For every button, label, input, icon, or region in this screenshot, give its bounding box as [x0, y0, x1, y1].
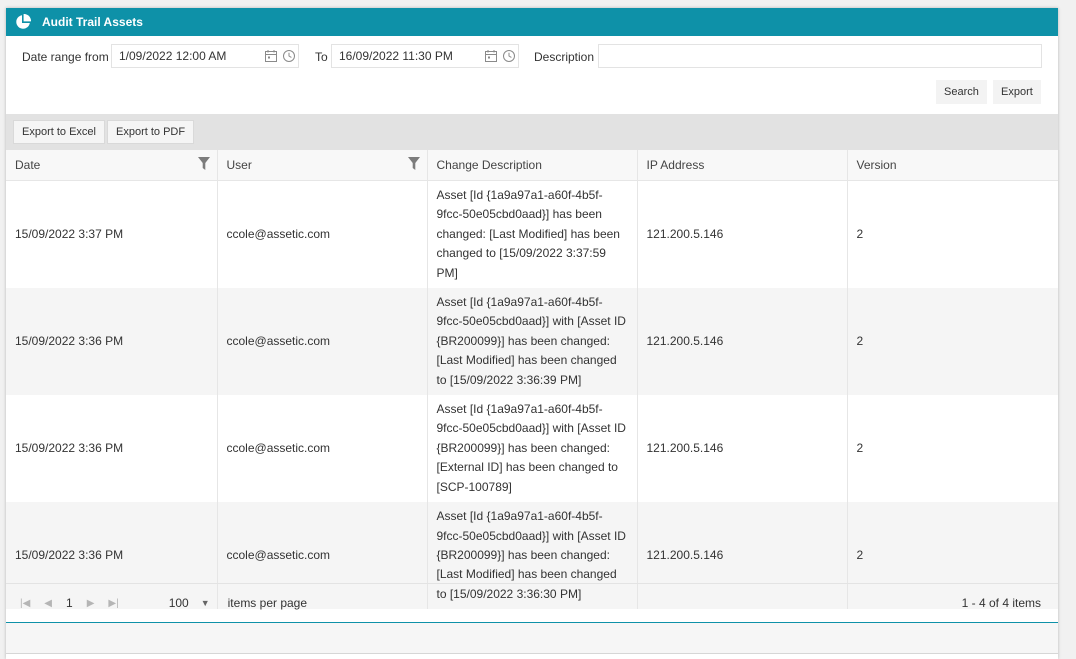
cell-ip-address: 121.200.5.146 [636, 395, 847, 503]
cell-date: 15/09/2022 3:36 PM [6, 288, 217, 396]
cell-user: ccole@assetic.com [216, 395, 427, 503]
date-from-picker[interactable]: 1/09/2022 12:00 AM [111, 44, 299, 68]
cell-user: ccole@assetic.com [216, 288, 427, 396]
page-size-dropdown[interactable]: 100 ▼ [169, 596, 210, 610]
next-page-icon[interactable]: ▶ [87, 598, 95, 609]
grid-pager: |◀ ◀ 1 ▶ ▶| 100 ▼ items per page 1 - 4 o… [6, 583, 1058, 623]
panel-title: Audit Trail Assets [42, 15, 143, 29]
cell-change-description: Asset [Id {1a9a97a1-a60f-4b5f-9fcc-50e05… [426, 288, 637, 396]
date-to-picker[interactable]: 16/09/2022 11:30 PM [331, 44, 519, 68]
column-header-label: IP Address [646, 158, 705, 172]
cell-ip-address: 121.200.5.146 [636, 288, 847, 396]
chevron-down-icon[interactable]: ▼ [201, 598, 210, 608]
clock-icon[interactable] [280, 45, 298, 67]
column-header-change-description[interactable]: Change Description [426, 150, 637, 181]
date-from-value[interactable]: 1/09/2022 12:00 AM [112, 49, 262, 63]
column-header-label: Date [15, 158, 41, 172]
cell-change-description: Asset [Id {1a9a97a1-a60f-4b5f-9fcc-50e05… [426, 180, 637, 289]
export-pdf-button[interactable]: Export to PDF [107, 120, 195, 144]
audit-grid: Date User Change Description IP Address … [6, 150, 1058, 610]
page-size-value[interactable]: 100 [169, 596, 189, 610]
cell-version: 2 [846, 288, 1058, 396]
panel-header: Audit Trail Assets [6, 8, 1058, 36]
calendar-icon[interactable] [262, 45, 280, 67]
current-page-number[interactable]: 1 [66, 596, 73, 610]
table-row[interactable]: 15/09/2022 3:37 PM ccole@assetic.com Ass… [6, 180, 1058, 289]
export-excel-button[interactable]: Export to Excel [13, 120, 105, 144]
cell-ip-address: 121.200.5.146 [636, 180, 847, 289]
column-header-ip-address[interactable]: IP Address [636, 150, 847, 181]
column-header-label: User [226, 158, 252, 172]
date-to-label: To [315, 50, 328, 64]
clock-icon[interactable] [500, 45, 518, 67]
column-header-date[interactable]: Date [6, 150, 217, 181]
pie-chart-icon [15, 13, 33, 31]
grid-toolbar: Export to Excel Export to PDF [6, 114, 1058, 150]
search-button[interactable]: Search [936, 80, 987, 104]
column-header-label: Version [856, 158, 897, 172]
filter-icon[interactable] [197, 157, 210, 173]
export-button[interactable]: Export [993, 80, 1041, 104]
cell-version: 2 [846, 180, 1058, 289]
previous-page-icon[interactable]: ◀ [44, 598, 52, 609]
cell-user: ccole@assetic.com [216, 180, 427, 289]
description-input[interactable] [598, 44, 1042, 68]
table-header-row: Date User Change Description IP Address … [6, 150, 1058, 181]
cell-date: 15/09/2022 3:36 PM [15, 440, 124, 455]
column-header-user[interactable]: User [216, 150, 427, 181]
pager-info: 1 - 4 of 4 items [961, 596, 1041, 610]
table-row[interactable]: 15/09/2022 3:36 PM ccole@assetic.com Ass… [6, 288, 1058, 396]
footer-strip [6, 623, 1058, 654]
last-page-icon[interactable]: ▶| [108, 598, 118, 609]
date-to-value[interactable]: 16/09/2022 11:30 PM [332, 49, 482, 63]
cell-version: 2 [846, 395, 1058, 503]
items-per-page-label: items per page [227, 596, 308, 610]
description-label: Description [534, 50, 595, 64]
calendar-icon[interactable] [482, 45, 500, 67]
column-header-label: Change Description [436, 158, 542, 172]
first-page-icon[interactable]: |◀ [20, 598, 30, 609]
audit-trail-panel: Audit Trail Assets Date range from 1/09/… [6, 8, 1058, 659]
table-row[interactable]: 15/09/2022 3:36 PM ccole@assetic.com Ass… [6, 395, 1058, 503]
audit-table: Date User Change Description IP Address … [6, 150, 1058, 610]
filter-bar: Date range from 1/09/2022 12:00 AM To 16… [6, 36, 1058, 114]
column-header-version[interactable]: Version [846, 150, 1058, 181]
cell-date: 15/09/2022 3:37 PM [15, 226, 124, 241]
date-from-label: Date range from [22, 50, 109, 64]
cell-change-description: Asset [Id {1a9a97a1-a60f-4b5f-9fcc-50e05… [426, 395, 637, 503]
filter-icon[interactable] [407, 157, 420, 173]
